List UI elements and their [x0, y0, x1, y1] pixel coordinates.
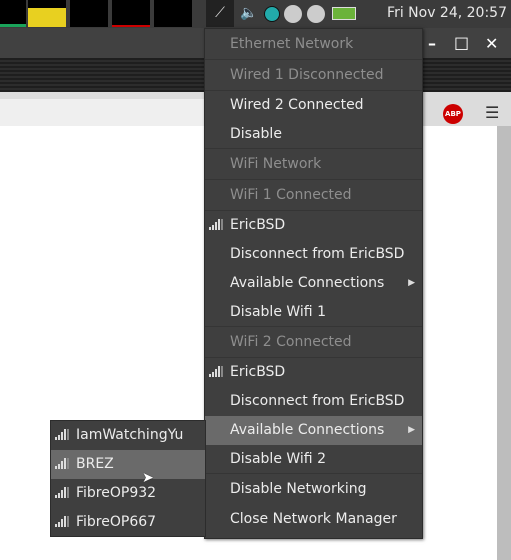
- network-label: FibreOP667: [76, 514, 157, 530]
- network-label: BREZ: [76, 456, 114, 472]
- drive-icon[interactable]: [284, 5, 302, 23]
- wifi1-disable-item[interactable]: Disable Wifi 1: [205, 298, 422, 327]
- submenu-arrow-icon: ▶: [408, 278, 415, 288]
- network-item[interactable]: FibreOP667: [51, 508, 205, 537]
- wifi-signal-icon: [55, 486, 71, 498]
- load-graph: [28, 0, 66, 27]
- volume-icon[interactable]: 🔈: [240, 5, 257, 21]
- disk-graph: [154, 0, 192, 27]
- wifi2-status: WiFi 2 Connected: [205, 327, 422, 358]
- wifi1-status: WiFi 1 Connected: [205, 180, 422, 211]
- mouse-cursor-icon: ➤: [142, 470, 154, 486]
- ssid-label: EricBSD: [230, 364, 286, 380]
- disable-wired-item[interactable]: Disable: [205, 120, 422, 149]
- wifi-signal-icon: [209, 218, 225, 230]
- hamburger-menu-icon[interactable]: ☰: [485, 103, 499, 122]
- network-label: FibreOP932: [76, 485, 157, 501]
- close-network-manager-item[interactable]: Close Network Manager: [205, 505, 422, 534]
- wifi-signal-icon: [209, 365, 225, 377]
- wifi1-ssid-item[interactable]: EricBSD: [205, 211, 422, 240]
- ssid-label: EricBSD: [230, 217, 286, 233]
- scrollbar[interactable]: [497, 126, 511, 560]
- wired1-status: Wired 1 Disconnected: [205, 60, 422, 91]
- network-item[interactable]: FibreOP932: [51, 479, 205, 508]
- close-button[interactable]: ✕: [485, 34, 498, 53]
- item-label: Available Connections: [230, 275, 385, 291]
- wifi-header: WiFi Network: [205, 149, 422, 180]
- wifi2-available-item[interactable]: Available Connections ▶: [205, 416, 422, 445]
- url-bar[interactable]: [0, 99, 205, 127]
- update-icon[interactable]: [264, 6, 280, 22]
- wired2-item[interactable]: Wired 2 Connected: [205, 91, 422, 120]
- net-graph: [112, 0, 150, 27]
- maximize-button[interactable]: □: [454, 33, 469, 52]
- network-plug-icon[interactable]: ⟋: [206, 0, 234, 27]
- wifi-signal-icon: [55, 515, 71, 527]
- network-item[interactable]: BREZ: [51, 450, 205, 479]
- wifi2-disconnect-item[interactable]: Disconnect from EricBSD: [205, 387, 422, 416]
- disable-networking-item[interactable]: Disable Networking: [205, 474, 422, 505]
- wifi2-ssid-item[interactable]: EricBSD: [205, 358, 422, 387]
- available-connections-submenu: IamWatchingYu BREZ FibreOP932 FibreOP667: [50, 420, 206, 537]
- network-item[interactable]: IamWatchingYu: [51, 421, 205, 450]
- battery-icon[interactable]: [332, 7, 356, 20]
- network-menu: Ethernet Network Wired 1 Disconnected Wi…: [204, 28, 423, 539]
- wifi1-disconnect-item[interactable]: Disconnect from EricBSD: [205, 240, 422, 269]
- wifi-signal-icon: [55, 428, 71, 440]
- top-panel: ⟋ 🔈 Fri Nov 24, 20:57: [0, 0, 511, 28]
- mem-graph: [70, 0, 108, 27]
- cpu-graph: [0, 0, 26, 27]
- drive-icon[interactable]: [307, 5, 325, 23]
- minimize-button[interactable]: –: [428, 34, 436, 53]
- item-label: Available Connections: [230, 422, 385, 438]
- wifi2-disable-item[interactable]: Disable Wifi 2: [205, 445, 422, 474]
- adblock-icon[interactable]: ABP: [443, 104, 463, 124]
- network-label: IamWatchingYu: [76, 427, 184, 443]
- ethernet-header: Ethernet Network: [205, 29, 422, 60]
- submenu-arrow-icon: ▶: [408, 425, 415, 435]
- clock[interactable]: Fri Nov 24, 20:57: [387, 5, 507, 21]
- wifi1-available-item[interactable]: Available Connections ▶: [205, 269, 422, 298]
- wifi-signal-icon: [55, 457, 71, 469]
